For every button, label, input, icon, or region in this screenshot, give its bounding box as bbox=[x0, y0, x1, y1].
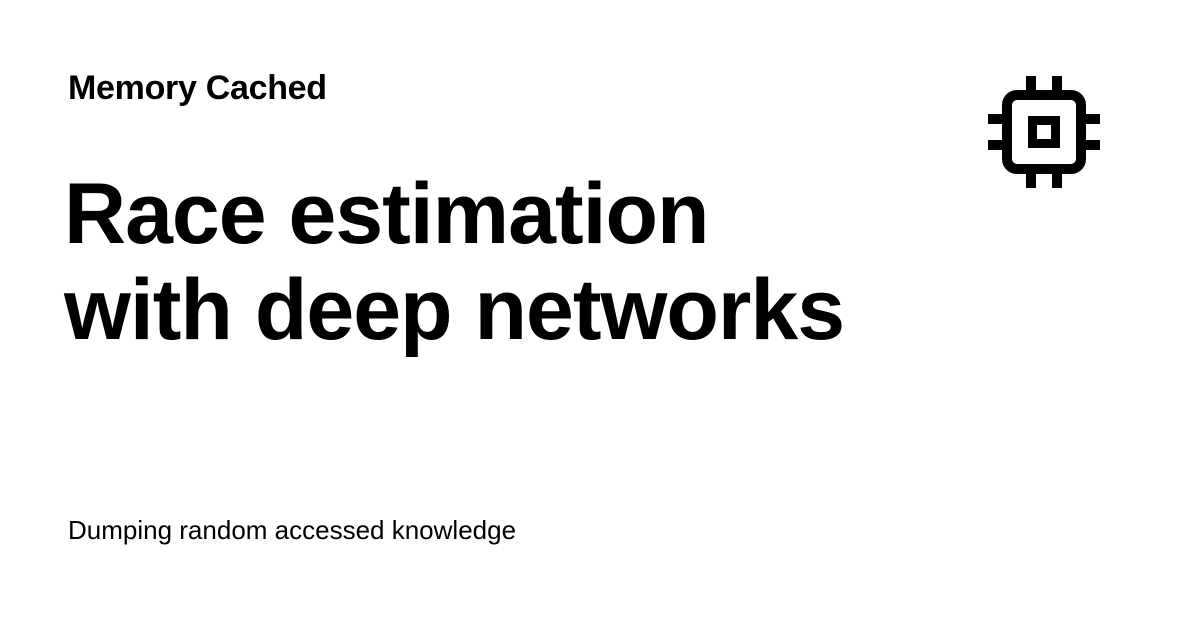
post-title-line-1: Race estimation bbox=[64, 166, 710, 262]
site-name[interactable]: Memory Cached bbox=[68, 68, 327, 108]
post-title: Race estimation with deep networks bbox=[64, 166, 924, 358]
site-tagline: Dumping random accessed knowledge bbox=[68, 515, 517, 545]
cpu-chip-icon bbox=[988, 76, 1100, 188]
post-title-line-2: with deep networks bbox=[64, 262, 845, 358]
